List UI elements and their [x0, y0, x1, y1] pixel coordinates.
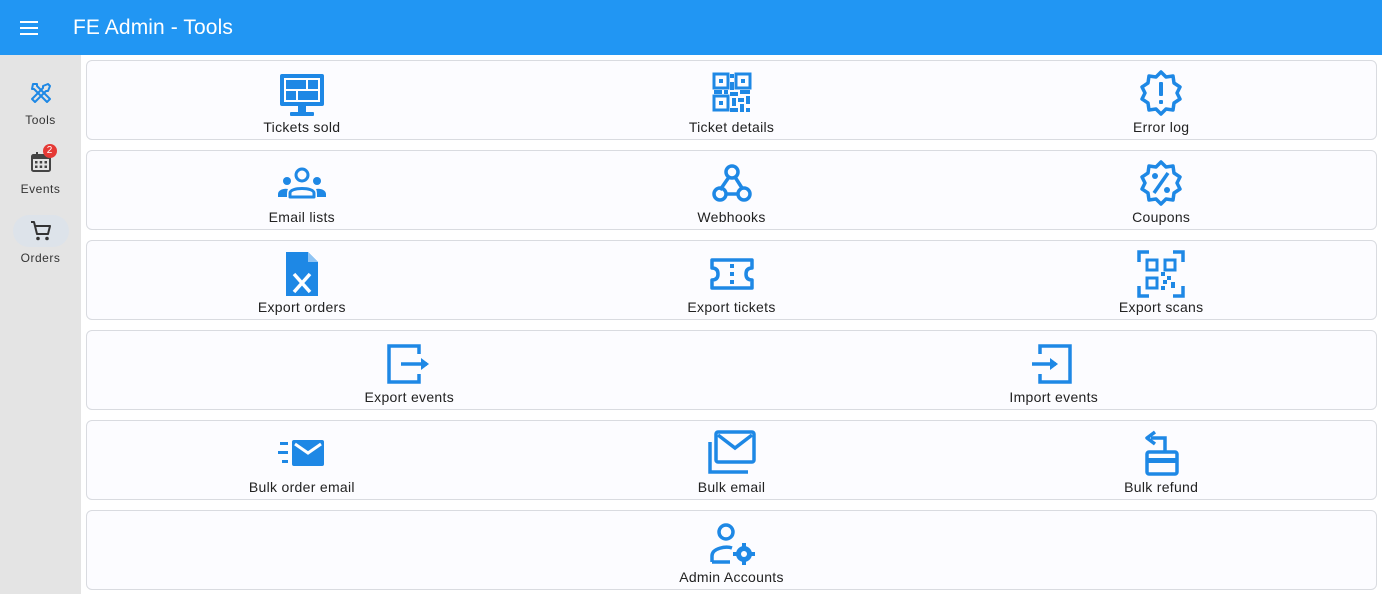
tool-label: Bulk email	[697, 479, 766, 495]
tools-card-row-2: Email lists Webhooks Coupons	[86, 150, 1377, 230]
tool-export-orders[interactable]: Export orders	[87, 241, 517, 319]
input-icon	[1031, 344, 1072, 384]
qr-code-icon	[712, 72, 751, 112]
tools-icon	[30, 83, 51, 103]
rail-item-events[interactable]: 2 Events	[0, 144, 81, 212]
events-badge: 2	[42, 144, 57, 158]
tool-label: Export scans	[1118, 299, 1204, 315]
tool-label: Email lists	[268, 209, 335, 225]
tool-label: Export events	[364, 389, 454, 405]
tool-export-tickets[interactable]: Export tickets	[517, 241, 947, 319]
navigation-rail: Tools 2 Events Orders	[0, 55, 81, 594]
webhook-icon	[711, 164, 752, 202]
tool-label: Import events	[1009, 389, 1099, 405]
tool-webhooks[interactable]: Webhooks	[517, 151, 947, 229]
error-badge-icon	[1140, 70, 1182, 116]
rail-label-events: Events	[20, 182, 61, 196]
tool-label: Admin Accounts	[679, 569, 784, 585]
tools-panel: Tickets sold Ticket details Error log Em…	[81, 55, 1382, 594]
groups-icon	[277, 167, 326, 199]
tool-ticket-details[interactable]: Ticket details	[517, 61, 947, 139]
tool-coupons[interactable]: Coupons	[946, 151, 1376, 229]
tool-export-scans[interactable]: Export scans	[946, 241, 1376, 319]
tools-card-row-4: Export events Import events	[86, 330, 1377, 410]
stacked-mail-icon	[707, 430, 756, 474]
tool-bulk-refund[interactable]: Bulk refund	[946, 421, 1376, 499]
tool-email-lists[interactable]: Email lists	[87, 151, 517, 229]
tool-label: Tickets sold	[263, 119, 341, 135]
rail-icon-container	[13, 77, 69, 109]
app-title: FE Admin - Tools	[73, 15, 233, 39]
tools-card-row-1: Tickets sold Ticket details Error log	[86, 60, 1377, 140]
rail-item-tools[interactable]: Tools	[0, 77, 81, 143]
rail-item-orders[interactable]: Orders	[0, 215, 81, 281]
tools-card-row-3: Export orders Export tickets Export scan…	[86, 240, 1377, 320]
card-refund-icon	[1145, 430, 1179, 476]
tools-card-row-6: Admin Accounts	[86, 510, 1377, 590]
app-bar: FE Admin - Tools	[0, 0, 1382, 55]
send-mail-icon	[277, 440, 324, 466]
tool-bulk-order-email[interactable]: Bulk order email	[87, 421, 517, 499]
tool-error-log[interactable]: Error log	[946, 61, 1376, 139]
discount-icon	[1140, 160, 1182, 206]
tool-label: Webhooks	[697, 209, 766, 225]
tool-admin-accounts[interactable]: Admin Accounts	[87, 511, 1376, 589]
tool-label: Coupons	[1132, 209, 1191, 225]
tool-label: Bulk refund	[1124, 479, 1199, 495]
ticket-icon	[709, 258, 754, 290]
exit-to-app-icon	[387, 344, 430, 384]
tools-card-row-5: Bulk order email Bulk email Bulk refund	[86, 420, 1377, 500]
tool-label: Bulk order email	[248, 479, 355, 495]
rail-icon-container: 2	[13, 144, 69, 178]
tool-tickets-sold[interactable]: Tickets sold	[87, 61, 517, 139]
tool-bulk-email[interactable]: Bulk email	[517, 421, 947, 499]
rail-label-tools: Tools	[25, 113, 56, 127]
tool-label: Export tickets	[687, 299, 776, 315]
tool-label: Ticket details	[688, 119, 775, 135]
tool-label: Error log	[1132, 119, 1190, 135]
tool-export-events[interactable]: Export events	[87, 331, 732, 409]
qr-scanner-icon	[1137, 250, 1185, 298]
excel-file-icon	[285, 252, 318, 296]
menu-icon	[20, 20, 38, 35]
rail-icon-container	[12, 215, 69, 247]
tool-import-events[interactable]: Import events	[732, 331, 1377, 409]
monitor-dashboard-icon	[279, 74, 324, 116]
cart-icon	[30, 221, 51, 241]
tool-label: Export orders	[257, 299, 346, 315]
menu-button[interactable]	[0, 0, 58, 55]
rail-label-orders: Orders	[20, 251, 61, 265]
manage-accounts-icon	[709, 523, 755, 565]
